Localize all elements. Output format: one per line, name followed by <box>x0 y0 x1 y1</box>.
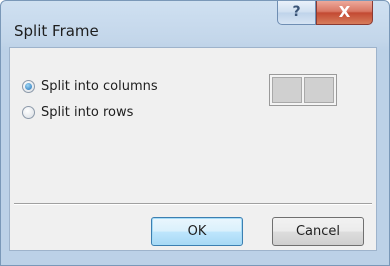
radio-button-icon[interactable] <box>22 105 35 119</box>
preview-cell-left <box>272 77 302 103</box>
close-button[interactable]: X <box>316 1 373 25</box>
radio-label-rows: Split into rows <box>41 104 134 120</box>
preview-cell-right <box>304 77 334 103</box>
split-frame-dialog: Split Frame ? X Split into columns Split… <box>0 0 390 266</box>
radio-button-icon[interactable] <box>22 79 35 93</box>
split-columns-preview-icon <box>269 74 337 106</box>
cancel-button[interactable]: Cancel <box>272 217 364 246</box>
separator <box>14 203 372 205</box>
radio-label-columns: Split into columns <box>41 78 158 94</box>
ok-button[interactable]: OK <box>151 217 243 246</box>
window-title: Split Frame <box>14 22 99 40</box>
radio-split-columns[interactable]: Split into columns <box>22 77 158 95</box>
dialog-content: Split into columns Split into rows OK Ca… <box>9 47 377 251</box>
radio-split-rows[interactable]: Split into rows <box>22 103 133 121</box>
help-button[interactable]: ? <box>277 1 316 25</box>
title-bar[interactable]: Split Frame ? X <box>1 1 389 47</box>
